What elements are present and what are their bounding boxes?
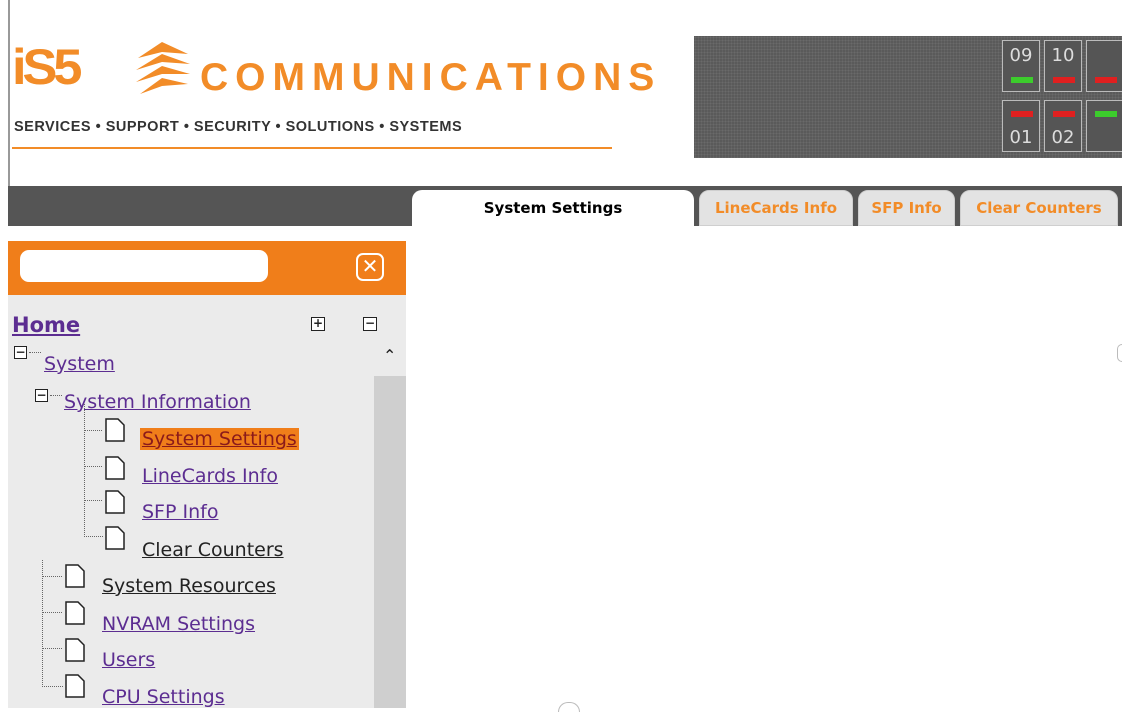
port-led: [1053, 111, 1075, 117]
tree-item-system-resources[interactable]: System Resources: [102, 575, 276, 597]
port-11[interactable]: [1086, 40, 1122, 92]
port-03[interactable]: [1086, 100, 1122, 152]
document-icon: [105, 526, 125, 550]
tree-connector: [84, 430, 102, 431]
tree-connector: [84, 500, 102, 501]
tree-item-system-settings[interactable]: System Settings: [140, 428, 299, 450]
port-led: [1095, 77, 1117, 83]
document-icon: [105, 418, 125, 442]
port-01[interactable]: 01: [1002, 100, 1040, 152]
port-led: [1053, 77, 1075, 83]
search-input[interactable]: [20, 250, 268, 282]
tab-sfp-info[interactable]: SFP Info: [858, 190, 955, 226]
tree-item-users[interactable]: Users: [102, 649, 155, 671]
tree-item-sfp-info[interactable]: SFP Info: [142, 501, 218, 523]
close-icon[interactable]: ✕: [356, 253, 384, 281]
logo-mark: iS5: [12, 39, 82, 95]
port-led: [1011, 111, 1033, 117]
collapse-system-icon[interactable]: −: [14, 346, 27, 359]
document-icon: [105, 456, 125, 480]
plus-box-icon[interactable]: +: [311, 317, 325, 331]
port-led: [1095, 111, 1117, 117]
tree-connector: [42, 648, 62, 649]
tab-linecards-info[interactable]: LineCards Info: [699, 190, 853, 226]
tree-item-system[interactable]: System: [44, 353, 115, 375]
document-icon: [65, 674, 85, 698]
tree-connector: [84, 404, 103, 537]
port-10[interactable]: 10: [1044, 40, 1082, 92]
tree-item-nvram-settings[interactable]: NVRAM Settings: [102, 613, 255, 635]
tree-connector: [84, 466, 102, 467]
company-name: COMMUNICATIONS: [200, 56, 662, 99]
logo-underline: [12, 147, 612, 149]
tree-connector: [42, 612, 62, 613]
document-icon: [65, 638, 85, 662]
tab-clear-counters[interactable]: Clear Counters: [960, 190, 1118, 226]
collapse-system-information-icon[interactable]: −: [35, 389, 48, 402]
tab-system-settings[interactable]: System Settings: [412, 190, 694, 226]
document-icon: [65, 564, 85, 588]
splitter-handle[interactable]: [1117, 344, 1122, 362]
tree-item-cpu-settings[interactable]: CPU Settings: [102, 686, 225, 708]
port-led: [1011, 77, 1033, 83]
port-02[interactable]: 02: [1044, 100, 1082, 152]
scrollbar-track[interactable]: [374, 376, 406, 708]
logo-waves-icon: [136, 42, 190, 94]
minus-box-icon[interactable]: −: [363, 317, 377, 331]
scroll-up-icon[interactable]: ⌃: [383, 346, 396, 365]
tree-connector: [42, 560, 63, 687]
document-icon: [65, 601, 85, 625]
device-front-panel: 09 10 01 02: [694, 36, 1122, 158]
port-09[interactable]: 09: [1002, 40, 1040, 92]
company-logo: iS5 COMMUNICATIONS SERVICES • SUPPORT • …: [12, 34, 654, 158]
tree-item-linecards-info[interactable]: LineCards Info: [142, 465, 278, 487]
tree-home-link[interactable]: Home: [12, 313, 80, 337]
tree-connector: [50, 395, 62, 396]
tree-item-clear-counters[interactable]: Clear Counters: [142, 539, 284, 561]
splitter-handle[interactable]: [558, 702, 580, 712]
document-icon: [105, 490, 125, 514]
tagline: SERVICES • SUPPORT • SECURITY • SOLUTION…: [14, 119, 463, 135]
tree-connector: [42, 576, 62, 577]
left-border: [8, 0, 10, 190]
tree-connector: [29, 352, 41, 353]
